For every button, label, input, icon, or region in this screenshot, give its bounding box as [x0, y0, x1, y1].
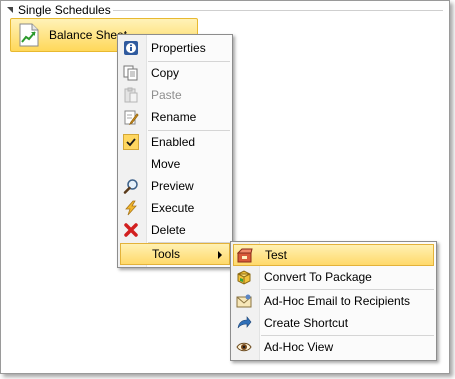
submenu-item-adhoc-view[interactable]: Ad-Hoc View [233, 336, 434, 358]
menu-item-enabled[interactable]: Enabled [120, 131, 230, 153]
checkmark-icon [123, 134, 139, 150]
menu-item-label: Rename [151, 110, 197, 124]
menu-item-label: Enabled [151, 135, 196, 149]
email-envelope-icon [236, 293, 252, 309]
lightning-icon [123, 200, 139, 216]
menu-item-move[interactable]: Move [120, 153, 230, 175]
submenu-item-adhoc-email[interactable]: Ad-Hoc Email to Recipients [233, 290, 434, 312]
rename-icon [123, 109, 139, 125]
chart-document-icon [19, 23, 39, 47]
menu-item-label: Properties [151, 41, 206, 55]
menu-item-preview[interactable]: Preview [120, 175, 230, 197]
package-icon [236, 269, 252, 285]
group-divider [113, 10, 443, 11]
submenu-item-create-shortcut[interactable]: Create Shortcut [233, 312, 434, 334]
submenu-item-label: Ad-Hoc Email to Recipients [264, 294, 411, 308]
menu-item-label: Paste [151, 88, 182, 102]
collapse-arrow-icon[interactable] [7, 7, 13, 13]
menu-item-tools[interactable]: Tools [120, 243, 230, 265]
eye-icon [236, 339, 252, 355]
menu-item-label: Tools [152, 247, 181, 261]
menu-item-delete[interactable]: Delete [120, 219, 230, 241]
menu-item-properties[interactable]: Properties [120, 37, 230, 59]
submenu-item-label: Test [265, 248, 288, 262]
submenu-item-label: Create Shortcut [264, 316, 349, 330]
tools-submenu: Test Convert To Package Ad-Hoc Email to … [230, 241, 437, 361]
menu-item-label: Copy [151, 66, 180, 80]
group-label: Single Schedules [18, 3, 111, 17]
menu-item-rename[interactable]: Rename [120, 106, 230, 128]
submenu-item-label: Ad-Hoc View [264, 340, 334, 354]
copy-icon [123, 65, 139, 81]
menu-item-execute[interactable]: Execute [120, 197, 230, 219]
group-header[interactable]: Single Schedules [7, 3, 111, 17]
menu-item-label: Execute [151, 201, 195, 215]
info-icon [123, 40, 139, 56]
submenu-item-convert-to-package[interactable]: Convert To Package [233, 266, 434, 288]
context-menu: Properties Copy Paste Rename Enabled Mov… [117, 34, 233, 268]
menu-item-paste[interactable]: Paste [120, 84, 230, 106]
red-x-icon [123, 222, 139, 238]
tile-label: Balance Sheet [49, 28, 128, 42]
paste-icon [123, 87, 139, 103]
submenu-arrow-icon [218, 251, 222, 259]
submenu-item-test[interactable]: Test [233, 244, 434, 266]
menu-item-label: Preview [151, 179, 194, 193]
shortcut-arrow-icon [236, 315, 252, 331]
submenu-item-label: Convert To Package [264, 270, 372, 284]
magnifier-icon [123, 178, 139, 194]
menu-item-label: Delete [151, 223, 186, 237]
menu-item-copy[interactable]: Copy [120, 62, 230, 84]
test-box-icon [237, 248, 253, 264]
menu-item-label: Move [151, 157, 181, 171]
